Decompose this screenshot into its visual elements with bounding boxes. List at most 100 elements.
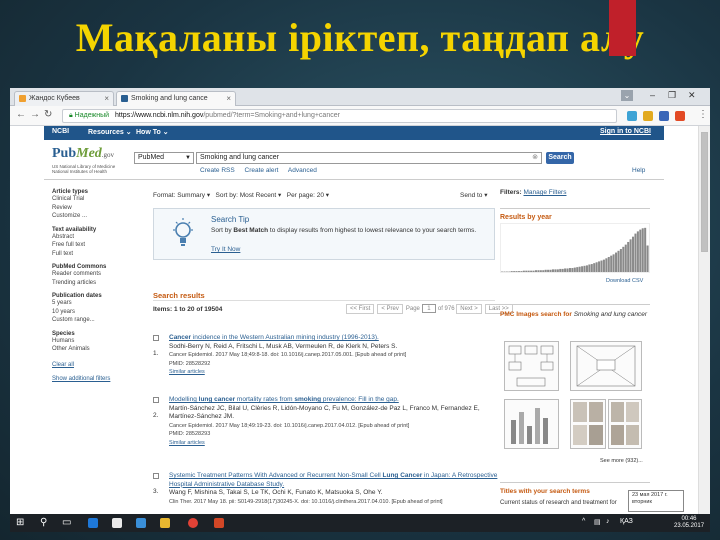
year-bar[interactable] bbox=[539, 270, 542, 272]
year-bar[interactable] bbox=[622, 246, 625, 272]
year-bar[interactable] bbox=[532, 270, 535, 272]
keyboard-language[interactable]: ҚАЗ bbox=[620, 518, 633, 525]
tray-up-icon[interactable]: ^ bbox=[582, 518, 585, 525]
year-bar[interactable] bbox=[602, 259, 605, 272]
year-bar[interactable] bbox=[515, 271, 518, 272]
filter-item[interactable]: Free full text bbox=[52, 241, 142, 250]
year-bar[interactable] bbox=[629, 239, 632, 272]
year-bar[interactable] bbox=[581, 266, 584, 272]
year-bar[interactable] bbox=[525, 270, 528, 272]
howto-menu[interactable]: How To ⌄ bbox=[136, 128, 169, 136]
year-bar[interactable] bbox=[610, 255, 613, 272]
create-alert-link[interactable]: Create alert bbox=[245, 167, 279, 174]
year-bar[interactable] bbox=[537, 270, 540, 272]
database-select[interactable]: PubMed ▼ bbox=[134, 152, 194, 164]
filter-item[interactable]: Customize ... bbox=[52, 212, 142, 221]
pager-prev[interactable]: < Prev bbox=[377, 304, 403, 314]
year-bar[interactable] bbox=[556, 269, 559, 272]
extension-icon[interactable] bbox=[643, 111, 653, 121]
year-bar[interactable] bbox=[544, 269, 547, 272]
year-bar[interactable] bbox=[639, 229, 642, 272]
filter-item[interactable]: Abstract bbox=[52, 233, 142, 242]
user-profile-icon[interactable]: ⌄ bbox=[621, 90, 633, 101]
back-icon[interactable]: ← bbox=[16, 109, 26, 120]
forward-icon[interactable]: → bbox=[30, 109, 40, 120]
year-bar[interactable] bbox=[646, 245, 649, 272]
reload-icon[interactable]: ↻ bbox=[44, 109, 52, 120]
filter-item[interactable]: Humans bbox=[52, 337, 142, 346]
result-checkbox[interactable] bbox=[153, 335, 159, 341]
year-bar[interactable] bbox=[578, 266, 581, 272]
extension-icon[interactable] bbox=[675, 111, 685, 121]
similar-articles-link[interactable]: Similar articles bbox=[169, 368, 499, 377]
signin-link[interactable]: Sign in to NCBI bbox=[600, 128, 651, 135]
year-bar[interactable] bbox=[607, 256, 610, 272]
year-bar[interactable] bbox=[593, 263, 596, 272]
year-bar[interactable] bbox=[517, 271, 521, 272]
url-input[interactable]: 🔒︎ Надежный https://www.ncbi.nlm.nih.gov/… bbox=[62, 109, 669, 123]
filter-item[interactable]: Clinical Trial bbox=[52, 195, 142, 204]
pubmed-logo[interactable]: PubMed.gov bbox=[52, 146, 114, 162]
pmc-image-thumbnail[interactable] bbox=[504, 341, 559, 391]
filter-item[interactable]: 5 years bbox=[52, 299, 142, 308]
year-bar[interactable] bbox=[605, 258, 608, 272]
year-bar[interactable] bbox=[590, 264, 593, 272]
result-checkbox[interactable] bbox=[153, 473, 159, 479]
year-bar[interactable] bbox=[561, 268, 564, 272]
year-bar[interactable] bbox=[624, 244, 627, 272]
year-bar[interactable] bbox=[568, 268, 571, 272]
year-bar[interactable] bbox=[617, 250, 620, 272]
year-bar[interactable] bbox=[551, 269, 554, 272]
resources-menu[interactable]: Resources ⌄ bbox=[88, 128, 132, 136]
filter-item[interactable]: Other Animals bbox=[52, 345, 142, 354]
powerpoint-icon[interactable] bbox=[214, 518, 224, 528]
result-title[interactable]: Systemic Treatment Patterns With Advance… bbox=[169, 472, 499, 489]
year-bar[interactable] bbox=[583, 265, 586, 272]
result-title[interactable]: Modelling lung cancer mortality rates fr… bbox=[169, 396, 499, 405]
see-more-link[interactable]: See more (932)... bbox=[600, 458, 643, 464]
filter-item[interactable]: Trending articles bbox=[52, 279, 142, 288]
store-icon[interactable] bbox=[112, 518, 122, 528]
year-bar[interactable] bbox=[612, 254, 615, 272]
advanced-link[interactable]: Advanced bbox=[288, 167, 317, 174]
year-bar[interactable] bbox=[632, 236, 635, 272]
send-to-menu[interactable]: Send to ▾ bbox=[460, 191, 487, 199]
page-input[interactable]: 1 bbox=[421, 304, 436, 313]
pmc-image-thumbnail[interactable] bbox=[570, 341, 642, 391]
year-bar[interactable] bbox=[595, 262, 598, 272]
pager-first[interactable]: << First bbox=[346, 304, 375, 314]
year-bar[interactable] bbox=[527, 270, 530, 272]
ncbi-logo[interactable]: NCBI bbox=[52, 128, 69, 135]
perpage-select[interactable]: 20 ▾ bbox=[317, 192, 329, 199]
year-bar[interactable] bbox=[520, 271, 523, 272]
filter-item[interactable]: Full text bbox=[52, 250, 142, 259]
pager-next[interactable]: Next > bbox=[456, 304, 482, 314]
similar-articles-link[interactable]: Similar articles bbox=[169, 439, 499, 448]
show-additional-filters-link[interactable]: Show additional filters bbox=[52, 376, 142, 382]
year-bar[interactable] bbox=[549, 269, 552, 272]
close-icon[interactable]: × bbox=[104, 92, 109, 105]
results-by-year-chart[interactable] bbox=[500, 223, 650, 273]
page-scrollbar[interactable] bbox=[698, 126, 710, 514]
sort-select[interactable]: Most Recent ▾ bbox=[240, 192, 282, 199]
year-bar[interactable] bbox=[598, 261, 601, 272]
format-select[interactable]: Summary ▾ bbox=[177, 192, 210, 199]
year-bar[interactable] bbox=[600, 260, 603, 272]
year-bar[interactable] bbox=[636, 231, 639, 272]
year-bar[interactable] bbox=[554, 269, 557, 272]
media-icon[interactable] bbox=[136, 518, 146, 528]
year-bar[interactable] bbox=[644, 227, 647, 272]
clear-all-link[interactable]: Clear all bbox=[52, 362, 142, 368]
year-bar[interactable] bbox=[564, 268, 567, 272]
maximize-icon[interactable]: ❐ bbox=[668, 90, 676, 101]
filter-item[interactable]: 10 years bbox=[52, 308, 142, 317]
year-bar[interactable] bbox=[627, 241, 630, 272]
year-bar[interactable] bbox=[522, 270, 525, 272]
download-csv-link[interactable]: Download CSV bbox=[606, 278, 643, 284]
skype-icon[interactable] bbox=[627, 111, 637, 121]
year-bar[interactable] bbox=[619, 249, 622, 272]
help-link[interactable]: Help bbox=[632, 167, 645, 174]
year-bar[interactable] bbox=[576, 267, 579, 272]
search-input[interactable]: Smoking and lung cancer ⊗ bbox=[196, 152, 542, 164]
pmc-image-thumbnail[interactable] bbox=[570, 399, 606, 449]
